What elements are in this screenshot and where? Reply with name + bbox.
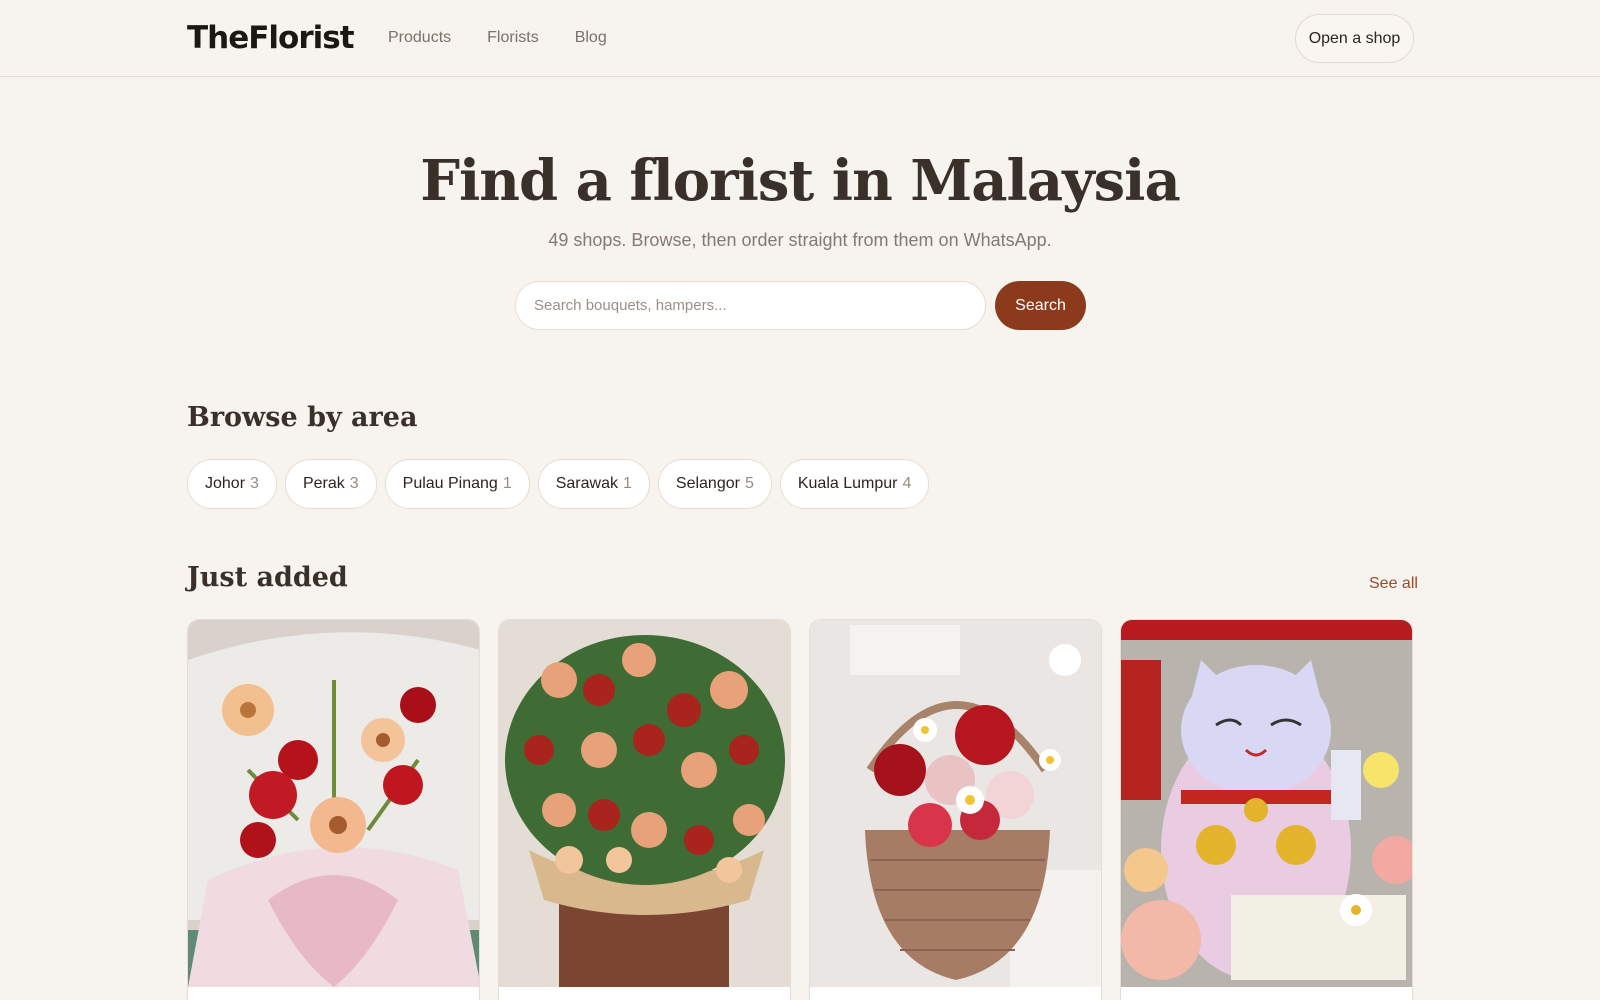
- area-chip-johor[interactable]: Johor 3: [187, 459, 277, 509]
- area-chip-label: Sarawak: [555, 475, 618, 492]
- area-chip-label: Pulau Pinang: [402, 475, 498, 492]
- area-chip-label: Kuala Lumpur: [797, 475, 898, 492]
- area-chips: Johor 3 Perak 3 Pulau Pinang 1 Sarawak 1…: [187, 459, 930, 509]
- area-chip-label: Johor: [205, 475, 246, 492]
- rose-arrangement-box-photo: [499, 620, 790, 987]
- area-chip-count: 4: [902, 475, 912, 492]
- flower-basket-photo: [810, 620, 1101, 987]
- nav-link-products[interactable]: Products: [388, 29, 451, 47]
- area-chip-label: Selangor: [675, 475, 740, 492]
- just-added-heading: Just added: [187, 562, 348, 593]
- main-nav: Products Florists Blog: [388, 29, 607, 47]
- site-logo[interactable]: TheFlorist: [187, 20, 355, 56]
- area-chip-count: 1: [622, 475, 632, 492]
- area-chip-count: 5: [744, 475, 754, 492]
- open-shop-button[interactable]: Open a shop: [1295, 14, 1414, 63]
- hero-subtitle: 49 shops. Browse, then order straight fr…: [548, 230, 1052, 250]
- area-chip-count: 3: [349, 475, 359, 492]
- area-chip-selangor[interactable]: Selangor 5: [657, 459, 772, 509]
- area-chip-count: 1: [502, 475, 512, 492]
- area-chip-perak[interactable]: Perak 3: [284, 459, 377, 509]
- top-navigation-bar: TheFlorist Products Florists Blog Open a…: [0, 0, 1600, 77]
- product-card[interactable]: [187, 619, 480, 1000]
- lucky-cat-flower-hamper-photo: [1121, 620, 1412, 987]
- area-chip-kuala-lumpur[interactable]: Kuala Lumpur 4: [779, 459, 930, 509]
- search-input[interactable]: [515, 281, 986, 330]
- search-bar: Search: [515, 281, 1086, 330]
- search-button[interactable]: Search: [995, 281, 1086, 330]
- product-card[interactable]: [1120, 619, 1413, 1000]
- area-chip-pulau-pinang[interactable]: Pulau Pinang 1: [384, 459, 530, 509]
- nav-link-blog[interactable]: Blog: [575, 29, 607, 47]
- product-card[interactable]: [809, 619, 1102, 1000]
- browse-by-area-heading: Browse by area: [187, 402, 418, 433]
- product-card-list: [187, 619, 1413, 1000]
- hero-title: Find a florist in Malaysia: [420, 148, 1181, 214]
- bouquet-red-roses-gerberas-photo: [188, 620, 479, 987]
- product-card[interactable]: [498, 619, 791, 1000]
- area-chip-sarawak[interactable]: Sarawak 1: [537, 459, 650, 509]
- nav-link-florists[interactable]: Florists: [487, 29, 539, 47]
- area-chip-count: 3: [250, 475, 259, 492]
- see-all-link[interactable]: See all: [1369, 575, 1418, 593]
- area-chip-label: Perak: [302, 475, 345, 492]
